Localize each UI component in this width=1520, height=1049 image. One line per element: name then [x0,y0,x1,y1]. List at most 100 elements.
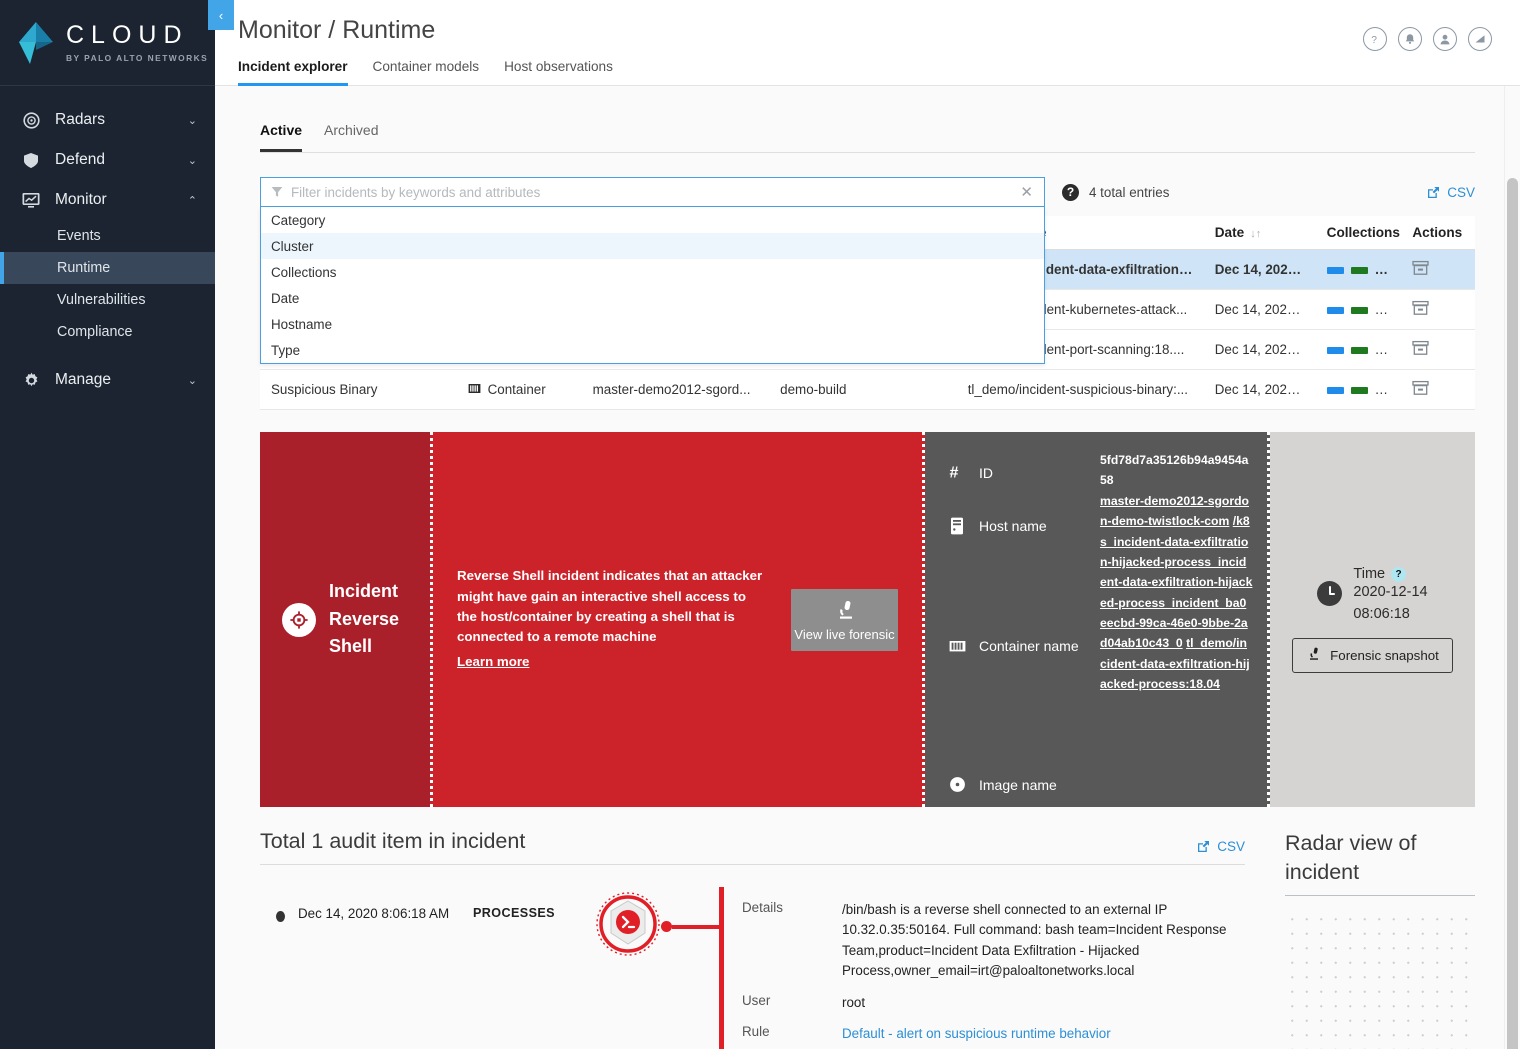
sidebar-item-defend[interactable]: Defend ⌄ [0,140,215,180]
collection-chip [1326,307,1344,314]
cell-actions[interactable] [1401,289,1475,330]
audit-divider [260,864,1245,865]
incident-description: Reverse Shell incident indicates that an… [457,568,763,645]
sidebar-item-label: Compliance [57,324,133,340]
detail-hostname-row: Host name [947,517,1100,535]
radar-canvas[interactable] [1285,912,1475,1049]
sort-icon[interactable]: ↓↑ [1250,228,1261,240]
page-scrollbar-thumb[interactable] [1507,178,1518,1049]
external-link-icon [1428,186,1440,198]
dropdown-option-date[interactable]: Date [261,285,1044,311]
dropdown-option-hostname[interactable]: Hostname [261,311,1044,337]
chevron-down-icon: ⌄ [187,114,197,127]
forensic-snapshot-button[interactable]: Forensic snapshot [1292,637,1453,673]
detail-container-value[interactable]: /k8s_incident-data-exfiltration-hijacked… [1100,514,1252,650]
column-header-collections[interactable]: Collections [1315,216,1402,250]
sidebar-item-events[interactable]: Events [0,220,215,252]
collection-chip [1326,347,1344,354]
cell-actions[interactable] [1401,329,1475,370]
user-icon[interactable] [1433,27,1457,51]
audit-field-value-rule[interactable]: Default - alert on suspicious runtime be… [842,1024,1245,1044]
filter-box[interactable]: ✕ [260,177,1045,207]
dropdown-option-category[interactable]: Category [261,207,1044,233]
csv-export-button[interactable]: CSV [1427,185,1475,200]
chart-icon[interactable] [1468,27,1492,51]
filter-container: ✕ Category Cluster Collections Date Host… [260,177,1045,364]
sidebar-item-label: Monitor [55,191,107,208]
search-input[interactable] [291,184,1018,200]
shell-alert-icon[interactable] [595,891,661,957]
cell-category-label: Container [487,382,546,397]
archive-icon[interactable] [1412,340,1429,356]
connector-line-icon [672,924,719,929]
cell-type: Suspicious Binary [260,369,457,410]
sidebar-item-compliance[interactable]: Compliance [0,316,215,348]
archive-icon[interactable] [1412,300,1429,316]
sidebar-item-monitor[interactable]: Monitor ⌃ [0,180,215,220]
incident-target-icon [282,602,316,637]
sidebar-item-radars[interactable]: Radars ⌄ [0,100,215,140]
view-live-forensic-button[interactable]: View live forensic [791,588,898,651]
dropdown-option-cluster[interactable]: Cluster [261,233,1044,259]
detail-image-row: Image name [947,776,1100,793]
table-row[interactable]: Suspicious Binary Container master-demo2… [260,369,1475,410]
bell-icon[interactable] [1398,27,1422,51]
app-root: CLOUD BY PALO ALTO NETWORKS ‹ Radars ⌄ D… [0,0,1520,1049]
column-header-actions: Actions [1401,216,1475,250]
audit-csv-label: CSV [1217,839,1245,854]
timeline-dot-icon [276,911,285,922]
sidebar-item-label: Vulnerabilities [57,292,146,308]
shield-icon [20,152,42,169]
sidebar-item-label: Events [57,228,101,244]
archive-icon[interactable] [1412,380,1429,396]
detail-id-value: 5fd78d7a35126b94a9454a58 [1100,453,1249,488]
cell-collections [1315,249,1402,290]
archive-icon[interactable] [1412,260,1429,276]
detail-hostname-label: Host name [979,518,1047,534]
tab-archived[interactable]: Archived [324,122,378,152]
page-title: Monitor / Runtime [238,16,436,44]
cell-actions[interactable] [1401,249,1475,290]
help-icon[interactable]: ? [1062,183,1079,201]
dropdown-option-type[interactable]: Type [261,337,1044,363]
audit-field-value-details: /bin/bash is a reverse shell connected t… [842,902,1227,979]
microscope-icon [1306,646,1322,665]
monitor-icon [20,192,42,208]
sidebar-collapse-button[interactable]: ‹ [208,0,234,30]
radar-title: Radar view of incident [1285,831,1417,885]
incident-name-line2: Shell [329,636,373,657]
close-icon[interactable]: ✕ [1017,183,1036,201]
audit-field-value-user: root [842,994,866,1010]
tab-active[interactable]: Active [260,122,303,152]
tab-incident-explorer[interactable]: Incident explorer [238,59,348,86]
sidebar-item-manage[interactable]: Manage ⌄ [0,360,215,400]
collection-chip [1350,347,1368,354]
audit-csv-export-button[interactable]: CSV [1197,839,1245,854]
incident-description-panel: Reverse Shell incident indicates that an… [430,432,925,807]
collection-chip [1350,387,1368,394]
audit-title: Total 1 audit item in incident [260,829,526,853]
sidebar-item-vulnerabilities[interactable]: Vulnerabilities [0,284,215,316]
detail-hostname-value[interactable]: master-demo2012-sgordon-demo-twistlock-c… [1100,494,1249,528]
time-label-row: Time ? [1353,566,1427,582]
dropdown-option-collections[interactable]: Collections [261,259,1044,285]
cell-date: Dec 14, 2020 8... [1203,289,1316,330]
incident-time-panel: Time ? 2020-12-14 08:06:18 Forensic snap… [1270,432,1475,807]
sidebar-item-runtime[interactable]: Runtime [0,252,215,284]
total-entries-label: 4 total entries [1089,184,1170,200]
time-value-date: 2020-12-14 [1353,584,1428,601]
help-icon[interactable]: ? [1363,27,1387,51]
svg-text:?: ? [1371,35,1377,46]
time-label: Time [1353,566,1386,583]
column-header-date[interactable]: Date ↓↑ [1203,216,1316,250]
learn-more-link[interactable]: Learn more [457,652,529,672]
tab-container-models[interactable]: Container models [373,59,480,86]
microscope-icon [833,598,857,625]
cell-collections [1315,289,1402,330]
help-icon[interactable]: ? [1391,566,1407,582]
tab-host-observations[interactable]: Host observations [504,59,613,86]
page-scrollbar-track[interactable] [1504,86,1520,1049]
cell-actions[interactable] [1401,369,1475,410]
detail-image-label: Image name [979,776,1057,793]
cell-category: Container [456,369,582,410]
